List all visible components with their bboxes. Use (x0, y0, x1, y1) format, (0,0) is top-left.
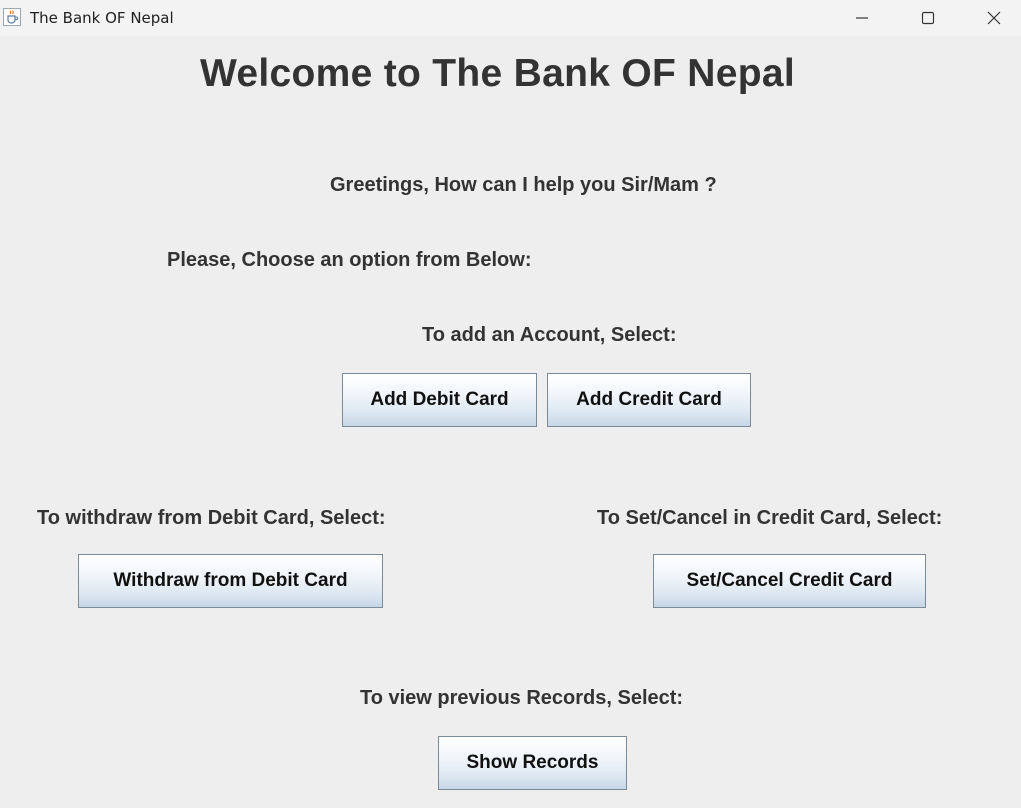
withdraw-label: To withdraw from Debit Card, Select: (37, 507, 386, 529)
add-debit-card-button[interactable]: Add Debit Card (342, 373, 537, 427)
minimize-button[interactable] (830, 0, 894, 36)
main-panel: Welcome to The Bank OF Nepal Greetings, … (0, 36, 1021, 808)
page-title: Welcome to The Bank OF Nepal (200, 52, 795, 95)
set-cancel-credit-card-button[interactable]: Set/Cancel Credit Card (653, 554, 926, 608)
maximize-button[interactable] (896, 0, 960, 36)
records-label: To view previous Records, Select: (360, 687, 684, 709)
minimize-icon (856, 17, 868, 19)
maximize-icon (921, 11, 935, 25)
set-cancel-label: To Set/Cancel in Credit Card, Select: (597, 507, 943, 529)
instruction-label: Please, Choose an option from Below: (167, 249, 532, 271)
java-cup-icon (3, 8, 21, 26)
close-button[interactable] (962, 0, 1021, 36)
add-credit-card-button[interactable]: Add Credit Card (547, 373, 751, 427)
title-bar[interactable]: The Bank OF Nepal (0, 0, 1021, 36)
greeting-label: Greetings, How can I help you Sir/Mam ? (330, 174, 717, 196)
withdraw-debit-card-button[interactable]: Withdraw from Debit Card (78, 554, 383, 608)
app-window: The Bank OF Nepal Welcome to The Bank OF… (0, 0, 1021, 808)
show-records-button[interactable]: Show Records (438, 736, 627, 790)
add-account-label: To add an Account, Select: (422, 324, 677, 346)
close-icon (987, 11, 1001, 25)
window-title: The Bank OF Nepal (30, 9, 174, 27)
